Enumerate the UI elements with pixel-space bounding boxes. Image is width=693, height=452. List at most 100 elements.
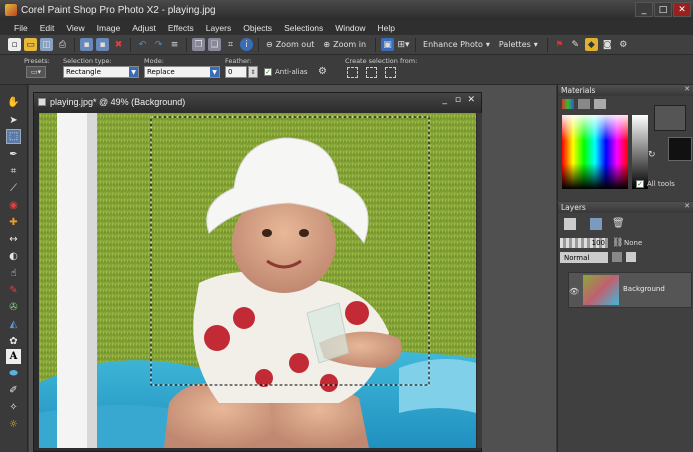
crop-tool-icon[interactable]: ⌗ [6,164,21,179]
image-canvas[interactable] [39,113,476,448]
swatches-tab-icon[interactable] [594,99,606,109]
menu-file[interactable]: File [8,23,34,33]
menu-view[interactable]: View [60,23,90,33]
foreground-swatch[interactable] [654,105,686,131]
antialias-checkbox[interactable]: ✓ [264,68,272,76]
clone-tool-icon[interactable]: ✚ [6,215,21,230]
brush-icon[interactable]: ✎ [569,38,582,51]
selection-tool-icon[interactable]: ⬚ [6,129,21,144]
delete-icon[interactable]: ✖ [112,38,125,51]
save-icon[interactable]: ▪ [80,38,93,51]
menu-window[interactable]: Window [329,23,371,33]
menu-effects[interactable]: Effects [162,23,200,33]
menu-objects[interactable]: Objects [237,23,278,33]
lock-icon[interactable] [626,252,636,262]
fill-tool-icon[interactable]: ◭ [6,317,21,332]
link-icon[interactable]: ⛓ [612,238,623,248]
pick-tool-icon[interactable]: ➤ [6,113,21,128]
close-icon[interactable]: ✕ [684,85,690,93]
zoom-in-button[interactable]: ⊕ Zoom in [321,40,370,49]
selection-from-image-icon[interactable] [366,67,377,78]
learning-center-icon[interactable]: ◆ [584,38,598,51]
red-eye-icon[interactable]: ⚑ [553,38,566,51]
swap-colors-icon[interactable]: ↻ [648,150,656,160]
save-as-icon[interactable]: ▪ [96,38,109,51]
display-icon[interactable]: ▣ [381,38,395,51]
palettes-dropdown[interactable]: Palettes ▾ [497,40,542,49]
dropper-tool-icon[interactable]: ✒ [6,147,21,162]
pen-tool-icon[interactable]: ✐ [6,383,21,398]
opacity-slider[interactable]: 100 [560,238,608,248]
print-icon[interactable]: ⎙ [56,38,69,51]
color-spectrum[interactable] [562,115,628,189]
picture-tube-icon[interactable]: ✿ [6,334,21,349]
document-minimize-button[interactable]: _ [443,95,448,105]
maximize-button[interactable]: □ [654,2,672,17]
menu-image[interactable]: Image [91,23,127,33]
vertical-scrollbar[interactable] [477,113,482,448]
object-remover-icon[interactable]: ☼ [6,417,21,432]
document-window: playing.jpg* @ 49% (Background) _ ▫ ✕ [33,92,482,452]
smudge-tool-icon[interactable]: ☝ [6,266,21,281]
all-tools-checkbox[interactable]: ✓ [636,180,644,188]
redo-icon[interactable]: ↷ [152,38,165,51]
selection-from-layer-icon[interactable] [347,67,358,78]
grid-icon[interactable]: ⊞▾ [397,38,410,51]
document-maximize-button[interactable]: ▫ [455,95,461,105]
link-set-value[interactable]: None [624,239,642,247]
grayscale-strip[interactable] [632,115,648,189]
menu-help[interactable]: Help [372,23,401,33]
menu-selections[interactable]: Selections [278,23,329,33]
feather-input[interactable]: 0 [225,66,247,78]
history-icon[interactable]: ≡ [168,38,181,51]
copy-icon[interactable]: ❐ [192,38,205,51]
document-title-bar[interactable]: playing.jpg* @ 49% (Background) _ ▫ ✕ [34,93,481,111]
rainbow-tab-icon[interactable] [578,99,590,109]
selection-type-select[interactable]: Rectangle ▼ [63,66,139,78]
background-swatch[interactable] [668,137,692,161]
open-folder-icon[interactable]: ▭ [24,38,37,51]
app-icon [5,4,17,16]
all-tools-label: All tools [647,180,675,188]
red-eye-tool-icon[interactable]: ◉ [6,198,21,213]
camera-icon[interactable]: ◙ [601,38,614,51]
paint-brush-icon[interactable]: ✎ [6,283,21,298]
crop-icon[interactable]: ⌗ [224,38,237,51]
new-adjustment-layer-icon[interactable] [590,218,602,230]
frame-tab-icon[interactable] [562,99,574,109]
new-raster-layer-icon[interactable] [564,218,576,230]
info-icon[interactable]: i [240,38,253,51]
zoom-out-button[interactable]: ⊖ Zoom out [264,40,318,49]
straighten-tool-icon[interactable]: ⟋ [6,181,21,196]
close-icon[interactable]: ✕ [684,202,690,210]
delete-layer-icon[interactable]: 🗑 [612,218,625,230]
text-tool-icon[interactable]: A [6,349,21,364]
blend-mode-select[interactable]: Normal [560,252,608,263]
pan-tool-icon[interactable]: ✋ [6,95,21,110]
menu-layers[interactable]: Layers [200,23,238,33]
mask-icon[interactable] [612,252,622,262]
menu-adjust[interactable]: Adjust [126,23,162,33]
new-file-icon[interactable]: ▫ [8,38,21,51]
preset-shape-icon[interactable]: ⬬ [6,366,21,381]
menu-edit[interactable]: Edit [34,23,61,33]
warp-brush-icon[interactable]: ✧ [6,400,21,415]
dodge-tool-icon[interactable]: ◐ [6,249,21,264]
selection-gear-icon[interactable]: ⚙ [318,66,330,78]
scratch-remover-icon[interactable]: ↔ [6,232,21,247]
paste-icon[interactable]: ❏ [208,38,221,51]
presets-dropdown[interactable]: ▭▾ [26,66,46,78]
settings-icon[interactable]: ⚙ [617,38,630,51]
enhance-photo-dropdown[interactable]: Enhance Photo ▾ [421,40,494,49]
selection-from-merged-icon[interactable] [385,67,396,78]
layer-row-background[interactable]: 👁 Background [568,272,692,308]
close-button[interactable]: ✕ [673,2,691,17]
document-close-button[interactable]: ✕ [467,95,475,105]
feather-stepper[interactable]: ⇕ [248,66,258,78]
mode-select[interactable]: Replace ▼ [144,66,220,78]
minimize-button[interactable]: _ [635,2,653,17]
browse-icon[interactable]: ◫ [40,38,53,51]
airbrush-icon[interactable]: ✇ [6,300,21,315]
visibility-eye-icon[interactable]: 👁 [569,287,579,296]
undo-icon[interactable]: ↶ [136,38,149,51]
